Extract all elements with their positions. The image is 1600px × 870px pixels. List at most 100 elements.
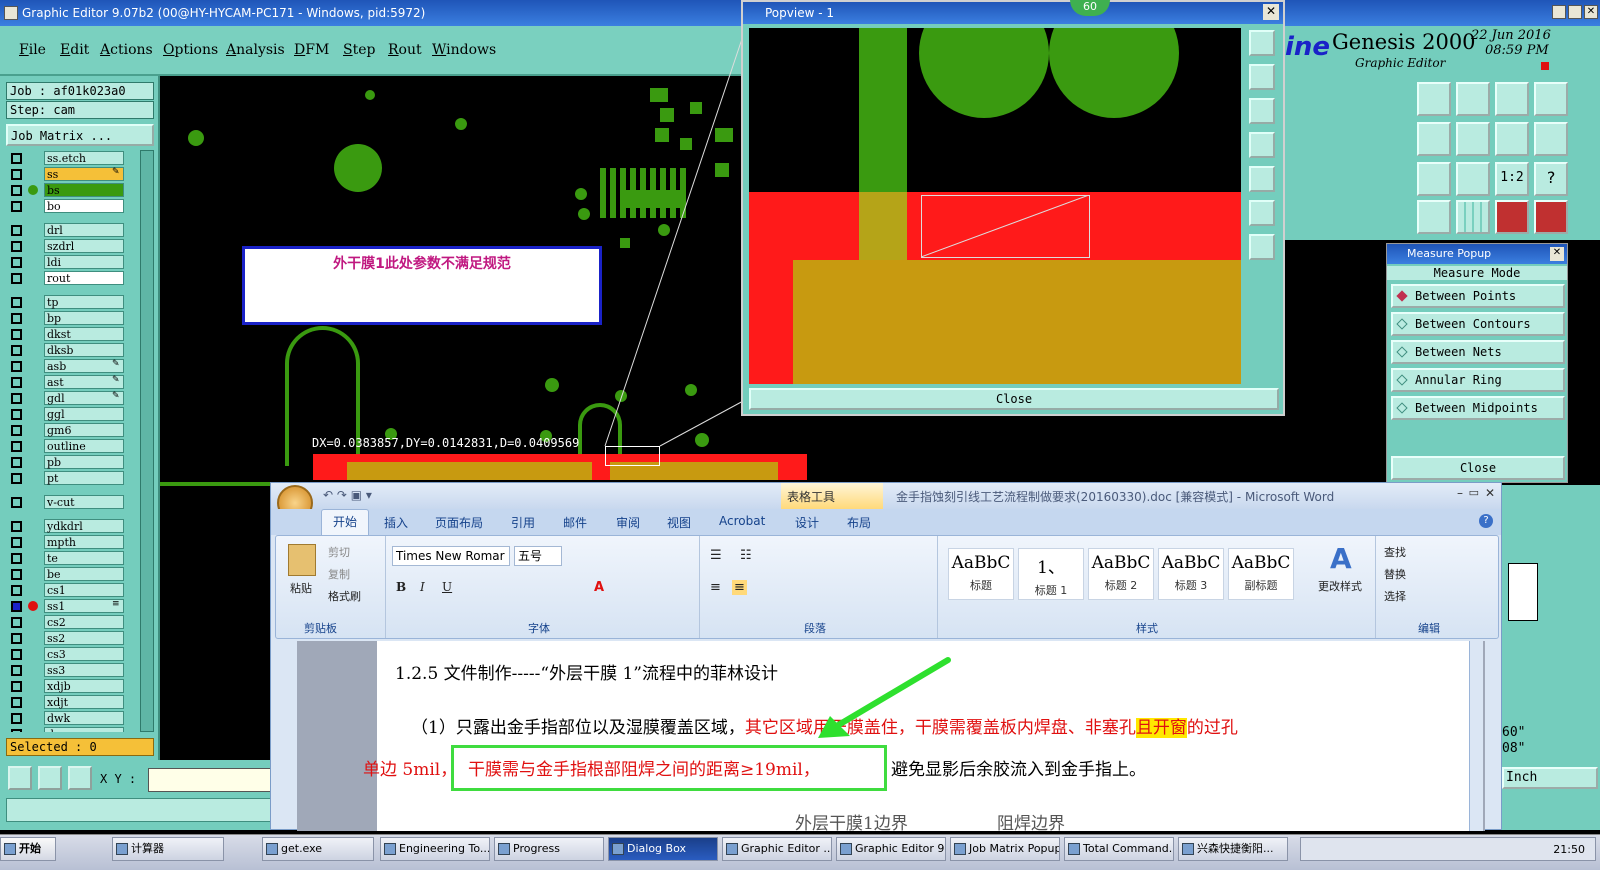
font-color-button[interactable]: A xyxy=(594,580,604,595)
layer-row-ss.etch[interactable]: ss.etch xyxy=(8,150,140,166)
layer-row-ss2[interactable]: ss2 xyxy=(8,630,140,646)
layer-checkbox[interactable] xyxy=(11,441,22,452)
layer-checkbox[interactable] xyxy=(11,585,22,596)
move-icon[interactable] xyxy=(1456,162,1490,196)
zoom-out-icon[interactable] xyxy=(1249,234,1275,260)
tab-view[interactable]: 视图 xyxy=(667,514,691,531)
layer-row-dksb[interactable]: dksb xyxy=(8,342,140,358)
layer-checkbox[interactable] xyxy=(11,729,22,732)
select-button[interactable]: 选择 xyxy=(1384,588,1406,604)
layer-checkbox[interactable] xyxy=(11,713,22,724)
maximize-icon[interactable] xyxy=(1568,5,1582,19)
net-select-icon[interactable] xyxy=(1534,200,1568,234)
style-subtitle[interactable]: AaBbC 副标题 xyxy=(1228,548,1294,600)
layer-checkbox[interactable] xyxy=(11,569,22,580)
style-heading-2[interactable]: AaBbC 标题 2 xyxy=(1088,548,1154,600)
layer-checkbox[interactable] xyxy=(11,393,22,404)
layer-checkbox[interactable] xyxy=(11,681,22,692)
zoom-in-icon[interactable] xyxy=(1249,200,1275,226)
layer-checkbox[interactable] xyxy=(11,665,22,676)
layer-row-be[interactable]: be xyxy=(8,566,140,582)
copy-button[interactable]: 复制 xyxy=(328,566,350,582)
layer-checkbox[interactable] xyxy=(11,409,22,420)
unit-select[interactable]: Inch xyxy=(1502,767,1598,789)
zoom-home-icon[interactable] xyxy=(1249,30,1275,56)
expand-icon[interactable] xyxy=(1417,162,1451,196)
layer-checkbox[interactable] xyxy=(11,521,22,532)
minimize-icon[interactable] xyxy=(1552,5,1566,19)
tab-references[interactable]: 引用 xyxy=(511,514,535,531)
layer-row-bo[interactable]: bo xyxy=(8,198,140,214)
mode-between-nets[interactable]: Between Nets xyxy=(1391,340,1565,364)
settings-icon[interactable] xyxy=(1417,200,1451,234)
zoom-home-icon[interactable] xyxy=(1417,82,1451,116)
layer-checkbox[interactable] xyxy=(11,361,22,372)
layer-row-pb[interactable]: pb xyxy=(8,454,140,470)
layer-row-mpth[interactable]: mpth xyxy=(8,534,140,550)
tab-home[interactable]: 开始 xyxy=(321,509,369,535)
layer-row-cs1[interactable]: cs1 xyxy=(8,582,140,598)
maximize-icon[interactable]: ▭ xyxy=(1469,486,1479,499)
close-icon[interactable]: ✕ xyxy=(1485,486,1495,500)
layer-row-ss3[interactable]: ss3 xyxy=(8,662,140,678)
close-icon[interactable]: ✕ xyxy=(1550,247,1564,261)
layer-checkbox[interactable] xyxy=(11,537,22,548)
font-name-select[interactable]: Times New Romar xyxy=(392,546,510,566)
style-heading-1[interactable]: 1、 标题 1 xyxy=(1018,548,1084,600)
layer-row-xdjt[interactable]: xdjt xyxy=(8,694,140,710)
task-engineering[interactable]: Engineering To... xyxy=(380,837,490,861)
format-painter-button[interactable]: 格式刷 xyxy=(328,588,361,604)
mode-annular-ring[interactable]: Annular Ring xyxy=(1391,368,1565,392)
arrow-right-icon[interactable] xyxy=(1456,122,1490,156)
zoom-window-icon[interactable] xyxy=(1534,122,1568,156)
tab-acrobat[interactable]: Acrobat xyxy=(719,514,765,528)
task-xingsen[interactable]: 兴森快捷衡阳... xyxy=(1178,837,1288,861)
tab-insert[interactable]: 插入 xyxy=(384,514,408,531)
change-styles-icon[interactable]: A xyxy=(1330,542,1352,575)
replace-button[interactable]: 替换 xyxy=(1384,566,1406,582)
layer-row-ast[interactable]: ast ✎ xyxy=(8,374,140,390)
popview-canvas[interactable] xyxy=(749,28,1241,384)
layer-checkbox[interactable] xyxy=(11,497,22,508)
layer-row-ggl[interactable]: ggl xyxy=(8,406,140,422)
mode-between-contours[interactable]: Between Contours xyxy=(1391,312,1565,336)
layer-row-v-cut[interactable]: v-cut xyxy=(8,494,140,510)
layer-row-ss[interactable]: ss ✎ xyxy=(8,166,140,182)
document-scrollbar[interactable] xyxy=(1469,641,1483,831)
home-icon[interactable] xyxy=(1495,82,1529,116)
layer-row-bp[interactable]: bp xyxy=(8,310,140,326)
align-center-icon[interactable]: ≡ xyxy=(732,580,747,595)
scale-1-2-icon[interactable]: 1:2 xyxy=(1495,162,1529,196)
layer-row-ydkdrl[interactable]: ydkdrl xyxy=(8,518,140,534)
layer-checkbox[interactable] xyxy=(11,241,22,252)
start-button[interactable]: 开始 xyxy=(0,837,56,861)
net-icon[interactable] xyxy=(1495,200,1529,234)
layer-checkbox[interactable] xyxy=(11,169,22,180)
close-icon[interactable]: ✕ xyxy=(1263,4,1279,20)
layer-row-te[interactable]: te xyxy=(8,550,140,566)
quick-access-undo-icon[interactable]: ↶ ↷ ▣ ▾ xyxy=(323,488,372,502)
layer-row-dwk[interactable]: dwk xyxy=(8,710,140,726)
pan-right-icon[interactable] xyxy=(1249,166,1275,192)
layer-row-xdjb[interactable]: xdjb xyxy=(8,678,140,694)
help-icon[interactable]: ? xyxy=(1479,514,1493,528)
layer-row-ss1[interactable]: ss1 ≡ xyxy=(8,598,140,614)
layer-list[interactable]: ss.etch ss ✎ bs bo drl szdrl ldi rout tp bp dkst dks… xyxy=(8,150,140,732)
task-get-exe[interactable]: get.exe xyxy=(262,837,374,861)
task-calculator[interactable]: 计算器 xyxy=(112,837,224,861)
layer-checkbox[interactable] xyxy=(11,225,22,236)
layer-row-gm6[interactable]: gm6 xyxy=(8,422,140,438)
minimize-icon[interactable]: – xyxy=(1457,486,1463,500)
measure-close-button[interactable]: Close xyxy=(1391,456,1565,480)
layer-row-drl[interactable]: drl xyxy=(8,222,140,238)
task-job-matrix[interactable]: Job Matrix Popup xyxy=(950,837,1060,861)
layer-checkbox[interactable] xyxy=(11,457,22,468)
align-left-icon[interactable]: ≡ xyxy=(710,580,721,595)
layer-checkbox[interactable] xyxy=(11,617,22,628)
grid-icon[interactable] xyxy=(1456,200,1490,234)
layer-row-cs3[interactable]: cs3 xyxy=(8,646,140,662)
layer-checkbox[interactable] xyxy=(11,297,22,308)
pan-up-icon[interactable] xyxy=(1249,64,1275,90)
zoom-fit-icon[interactable] xyxy=(1495,122,1529,156)
layer-checkbox[interactable] xyxy=(11,377,22,388)
